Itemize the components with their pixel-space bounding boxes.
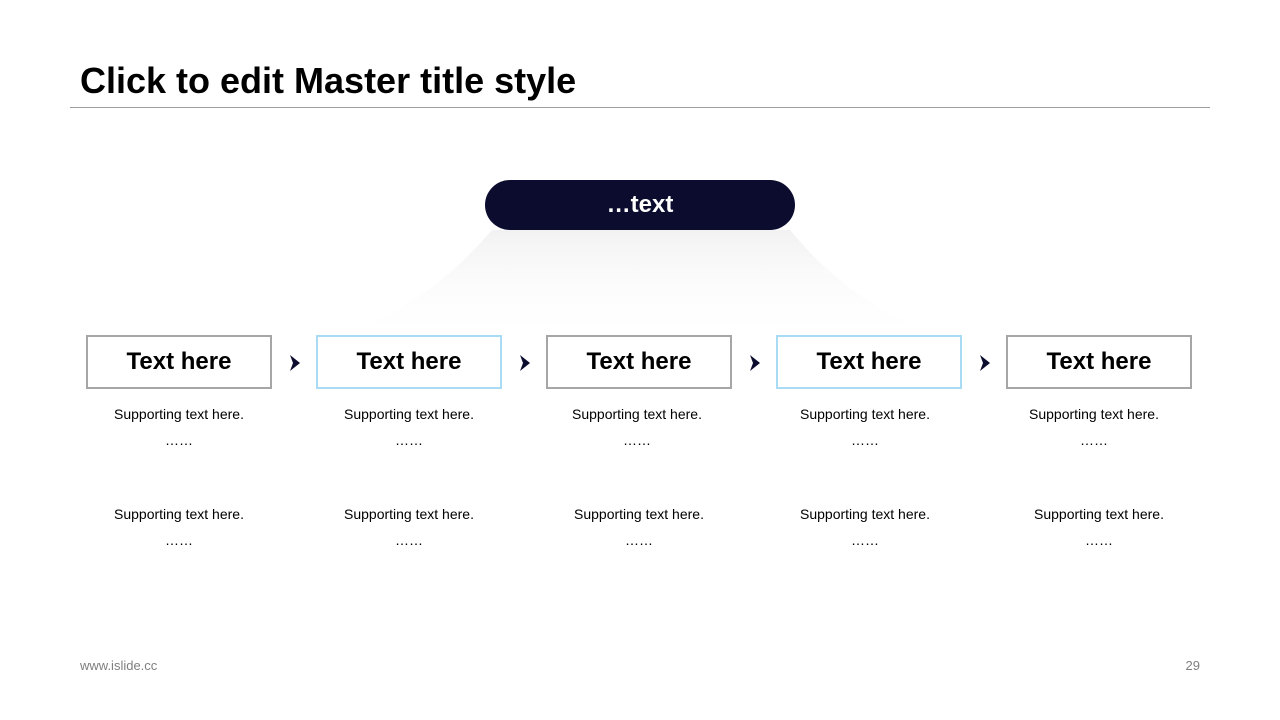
supporting-text: Supporting text here. xyxy=(114,406,244,422)
step-box-4: Text here xyxy=(776,335,962,389)
supporting-ellipsis: …… xyxy=(395,432,423,448)
center-pill: …text xyxy=(485,180,795,230)
step-box-1: Text here xyxy=(86,335,272,389)
supporting-text: Supporting text here. xyxy=(800,506,930,522)
step-box-3: Text here xyxy=(546,335,732,389)
supporting-text: Supporting text here. xyxy=(344,406,474,422)
step-box-5: Text here xyxy=(1006,335,1192,389)
step-box-2: Text here xyxy=(316,335,502,389)
footer-website: www.islide.cc xyxy=(80,658,158,673)
supporting-text-block: Supporting text here. …… xyxy=(316,501,502,553)
chevron-right-icon xyxy=(290,355,300,371)
supporting-ellipsis: …… xyxy=(165,432,193,448)
supporting-text: Supporting text here. xyxy=(1029,406,1159,422)
supporting-ellipsis: …… xyxy=(625,532,653,548)
supporting-text: Supporting text here. xyxy=(114,506,244,522)
supporting-ellipsis: …… xyxy=(165,532,193,548)
supporting-text-block: Supporting text here. …… xyxy=(772,501,958,553)
supporting-text-block: Supporting text here. …… xyxy=(1001,401,1187,453)
supporting-ellipsis: …… xyxy=(851,432,879,448)
supporting-text-block: Supporting text here. …… xyxy=(86,501,272,553)
supporting-text: Supporting text here. xyxy=(574,506,704,522)
supporting-ellipsis: …… xyxy=(851,532,879,548)
chevron-right-icon xyxy=(750,355,760,371)
supporting-ellipsis: …… xyxy=(1080,432,1108,448)
supporting-text: Supporting text here. xyxy=(800,406,930,422)
supporting-text: Supporting text here. xyxy=(344,506,474,522)
supporting-text-block: Supporting text here. …… xyxy=(544,401,730,453)
chevron-right-icon xyxy=(980,355,990,371)
supporting-text-block: Supporting text here. …… xyxy=(316,401,502,453)
supporting-ellipsis: …… xyxy=(395,532,423,548)
supporting-text-block: Supporting text here. …… xyxy=(772,401,958,453)
supporting-text: Supporting text here. xyxy=(1034,506,1164,522)
chevron-right-icon xyxy=(520,355,530,371)
supporting-text-block: Supporting text here. …… xyxy=(546,501,732,553)
supporting-ellipsis: …… xyxy=(623,432,651,448)
supporting-text-block: Supporting text here. …… xyxy=(1006,501,1192,553)
supporting-ellipsis: …… xyxy=(1085,532,1113,548)
supporting-text-block: Supporting text here. …… xyxy=(86,401,272,453)
supporting-text: Supporting text here. xyxy=(572,406,702,422)
page-number: 29 xyxy=(1185,658,1200,673)
